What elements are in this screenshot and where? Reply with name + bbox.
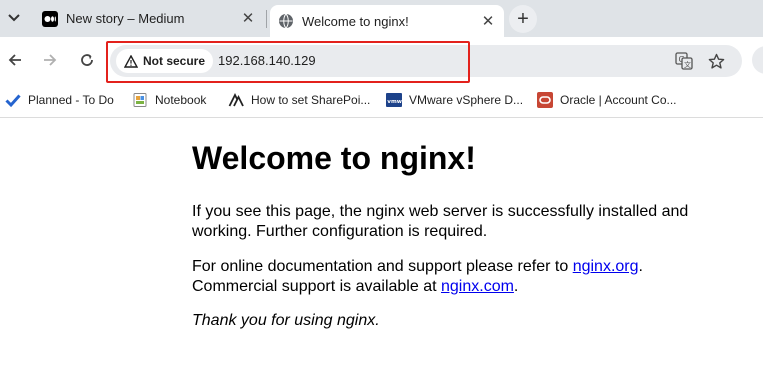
- page-heading: Welcome to nginx!: [192, 140, 476, 176]
- translate-icon[interactable]: G文: [675, 52, 693, 70]
- tab-strip: New story – Medium ✕ Welcome to nginx! ✕…: [0, 0, 763, 37]
- tab-nginx[interactable]: Welcome to nginx! ✕: [270, 5, 504, 37]
- globe-icon: [278, 13, 294, 29]
- not-secure-label: Not secure: [143, 54, 206, 68]
- bookmark-label: How to set SharePoi...: [251, 93, 371, 107]
- reload-button[interactable]: [77, 50, 97, 70]
- bookmark-vmware[interactable]: vmw VMware vSphere D...: [386, 91, 523, 109]
- forward-arrow-icon: [44, 54, 57, 66]
- nginx-com-link[interactable]: nginx.com: [441, 278, 514, 295]
- thank-you-text: Thank you for using nginx.: [192, 312, 380, 329]
- page-viewport: Welcome to nginx! If you see this page, …: [0, 118, 763, 365]
- tab-title: Welcome to nginx!: [302, 14, 409, 29]
- forward-button[interactable]: [40, 50, 60, 70]
- svg-text:文: 文: [684, 60, 691, 69]
- commercial-support-text: Commercial support is available at: [192, 278, 441, 295]
- bookmark-label: Notebook: [155, 93, 207, 107]
- bookmark-oracle[interactable]: Oracle | Account Co...: [537, 91, 677, 109]
- tab-separator: [266, 10, 267, 28]
- period-text: .: [638, 258, 643, 275]
- bookmark-notebook[interactable]: Notebook: [132, 91, 206, 109]
- close-tab-icon[interactable]: ✕: [480, 13, 496, 30]
- tab-search-chevron-icon[interactable]: [4, 8, 24, 28]
- lambda-icon: [228, 92, 244, 108]
- bookmarks-bar: Planned - To Do Notebook How to set Shar…: [0, 83, 763, 118]
- address-bar[interactable]: Not secure 192.168.140.129 G文: [110, 45, 742, 77]
- nginx-org-link[interactable]: nginx.org: [573, 258, 639, 275]
- tab-title: New story – Medium: [66, 11, 185, 26]
- bookmark-label: VMware vSphere D...: [409, 93, 524, 107]
- reload-icon: [81, 54, 93, 66]
- back-arrow-icon: [8, 54, 21, 66]
- vmware-icon: vmw: [386, 92, 402, 108]
- site-security-chip[interactable]: Not secure: [116, 49, 214, 73]
- period-text: .: [513, 278, 519, 295]
- close-tab-icon[interactable]: ✕: [240, 10, 256, 27]
- intro-paragraph: If you see this page, the nginx web serv…: [192, 203, 689, 240]
- back-button[interactable]: [5, 50, 25, 70]
- plus-icon: +: [517, 8, 529, 30]
- browser-toolbar: Not secure 192.168.140.129 G文: [0, 37, 763, 83]
- warning-triangle-icon: [124, 54, 138, 68]
- tab-medium[interactable]: New story – Medium ✕: [34, 5, 264, 32]
- url-text[interactable]: 192.168.140.129: [218, 53, 316, 68]
- notebook-icon: [132, 92, 148, 108]
- bookmark-planned-todo[interactable]: Planned - To Do: [5, 91, 114, 109]
- new-tab-button[interactable]: +: [509, 5, 537, 33]
- bookmark-label: Oracle | Account Co...: [560, 93, 677, 107]
- docs-text: For online documentation and support ple…: [192, 258, 573, 275]
- bookmark-sharepoint[interactable]: How to set SharePoi...: [228, 91, 370, 109]
- oracle-icon: [537, 92, 553, 108]
- docs-paragraph: For online documentation and support ple…: [192, 257, 712, 297]
- medium-icon: [42, 11, 58, 27]
- bookmark-label: Planned - To Do: [28, 93, 114, 107]
- svg-text:vmw: vmw: [387, 99, 402, 105]
- checkmark-icon: [5, 92, 21, 108]
- bookmark-star-icon[interactable]: [707, 52, 725, 70]
